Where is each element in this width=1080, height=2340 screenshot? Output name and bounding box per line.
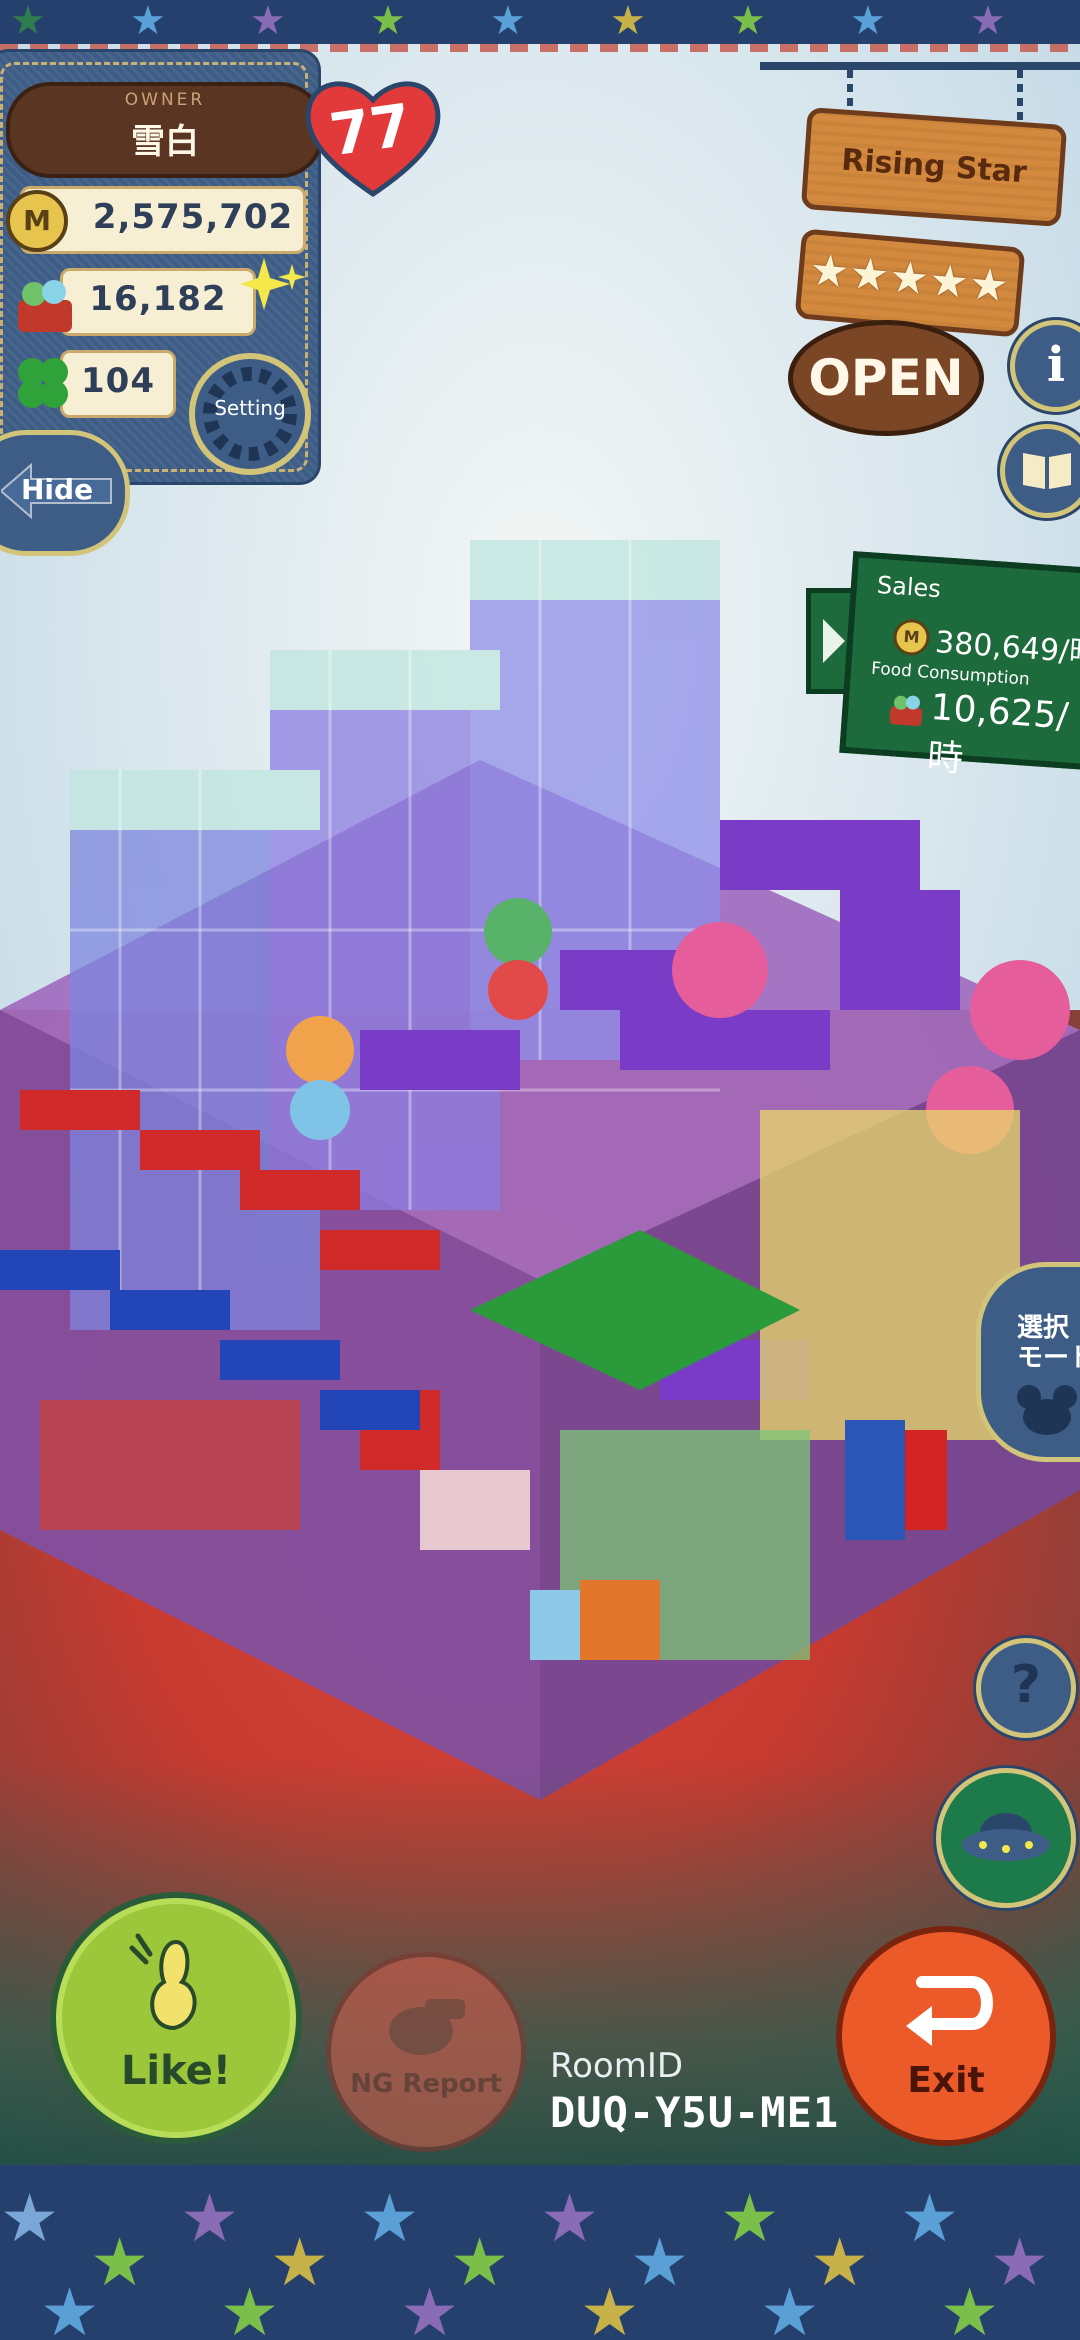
food-basket-icon bbox=[18, 280, 72, 332]
svg-text:★: ★ bbox=[580, 2274, 639, 2340]
owner-name: 雪白 bbox=[131, 122, 199, 162]
svg-text:★: ★ bbox=[850, 0, 886, 44]
money-coin-icon: M bbox=[892, 618, 931, 657]
svg-text:★: ★ bbox=[540, 2180, 599, 2257]
star-icon: ★ bbox=[847, 247, 892, 303]
info-icon: i bbox=[1046, 337, 1066, 393]
food-basket-icon bbox=[889, 695, 923, 727]
svg-text:★: ★ bbox=[940, 2274, 999, 2340]
room-id-value: DUQ-Y5U-ME1 bbox=[550, 2088, 840, 2137]
select-mode-button[interactable]: 選択 モード bbox=[976, 1262, 1080, 1462]
like-button[interactable]: Like! bbox=[50, 1892, 302, 2144]
clover-value: 104 bbox=[81, 361, 155, 401]
svg-text:★: ★ bbox=[360, 2180, 419, 2257]
money-coin-icon: M bbox=[6, 190, 68, 252]
whistle-icon bbox=[389, 1999, 465, 2055]
like-hand-icon bbox=[129, 1933, 197, 2031]
clover-icon bbox=[18, 358, 68, 408]
sales-panel: Sales M 380,649/時 Food Consumption 10,62… bbox=[839, 551, 1080, 780]
svg-text:★: ★ bbox=[130, 0, 166, 44]
svg-text:★: ★ bbox=[220, 2274, 279, 2340]
settings-label: Setting bbox=[214, 396, 286, 420]
level-number: 77 bbox=[325, 90, 416, 170]
sparkle-icon bbox=[240, 258, 306, 310]
hide-label: Hide bbox=[21, 473, 94, 506]
top-stitch bbox=[0, 44, 1080, 52]
star-icon: ★ bbox=[966, 258, 1011, 313]
star-icon: ★ bbox=[887, 251, 931, 306]
rank-sign: Rising Star bbox=[800, 107, 1068, 227]
ufo-icon bbox=[962, 1813, 1050, 1861]
exit-button[interactable]: Exit bbox=[836, 1926, 1056, 2146]
room-id-label: RoomID bbox=[550, 2046, 684, 2086]
top-star-border: ★ ★ ★ ★ ★ ★ ★ ★ ★ bbox=[0, 0, 1080, 44]
ng-report-button[interactable]: NG Report bbox=[326, 1952, 526, 2152]
bottom-star-border: ★ ★ ★ ★ ★ ★ ★ ★ ★ ★ ★ ★ ★ ★ ★ ★ ★ ★ bbox=[0, 2165, 1080, 2340]
svg-text:★: ★ bbox=[490, 0, 526, 44]
help-icon: ? bbox=[1010, 1655, 1042, 1715]
exit-label: Exit bbox=[907, 2060, 985, 2101]
food-consumption-value: 10,625/時 bbox=[925, 686, 1070, 781]
svg-text:★: ★ bbox=[0, 2180, 59, 2257]
svg-text:★: ★ bbox=[370, 0, 406, 44]
food-stat: 16,182 bbox=[60, 268, 256, 336]
sales-title: Sales bbox=[876, 570, 942, 604]
select-mode-label: 選択 モード bbox=[1017, 1313, 1080, 1373]
svg-text:★: ★ bbox=[40, 2274, 99, 2340]
like-label: Like! bbox=[120, 2048, 232, 2094]
svg-text:★: ★ bbox=[610, 0, 646, 44]
return-arrow-icon bbox=[906, 1976, 993, 2046]
svg-text:★: ★ bbox=[400, 2274, 459, 2340]
clover-stat: 104 bbox=[60, 350, 176, 418]
owner-nameplate: OWNER 雪白 bbox=[6, 82, 324, 178]
open-status-sign[interactable]: OPEN bbox=[788, 320, 984, 436]
svg-text:★: ★ bbox=[900, 2180, 959, 2257]
hide-button[interactable]: Hide bbox=[0, 430, 130, 556]
ng-report-label: NG Report bbox=[350, 2069, 502, 2099]
svg-text:★: ★ bbox=[180, 2180, 239, 2257]
book-icon bbox=[1023, 453, 1071, 489]
ufo-button[interactable] bbox=[936, 1768, 1076, 1908]
svg-text:★: ★ bbox=[970, 0, 1006, 44]
star-icon: ★ bbox=[927, 254, 971, 310]
svg-text:★: ★ bbox=[760, 2274, 819, 2340]
owner-label: OWNER bbox=[124, 90, 206, 110]
star-icon: ★ bbox=[807, 244, 852, 299]
mouse-icon bbox=[1017, 1385, 1077, 1435]
svg-text:★: ★ bbox=[720, 2180, 779, 2257]
food-value: 16,182 bbox=[89, 279, 227, 319]
help-button[interactable]: ? bbox=[976, 1638, 1076, 1738]
svg-text:★: ★ bbox=[730, 0, 766, 44]
svg-text:★: ★ bbox=[10, 0, 46, 44]
svg-text:★: ★ bbox=[250, 0, 286, 44]
